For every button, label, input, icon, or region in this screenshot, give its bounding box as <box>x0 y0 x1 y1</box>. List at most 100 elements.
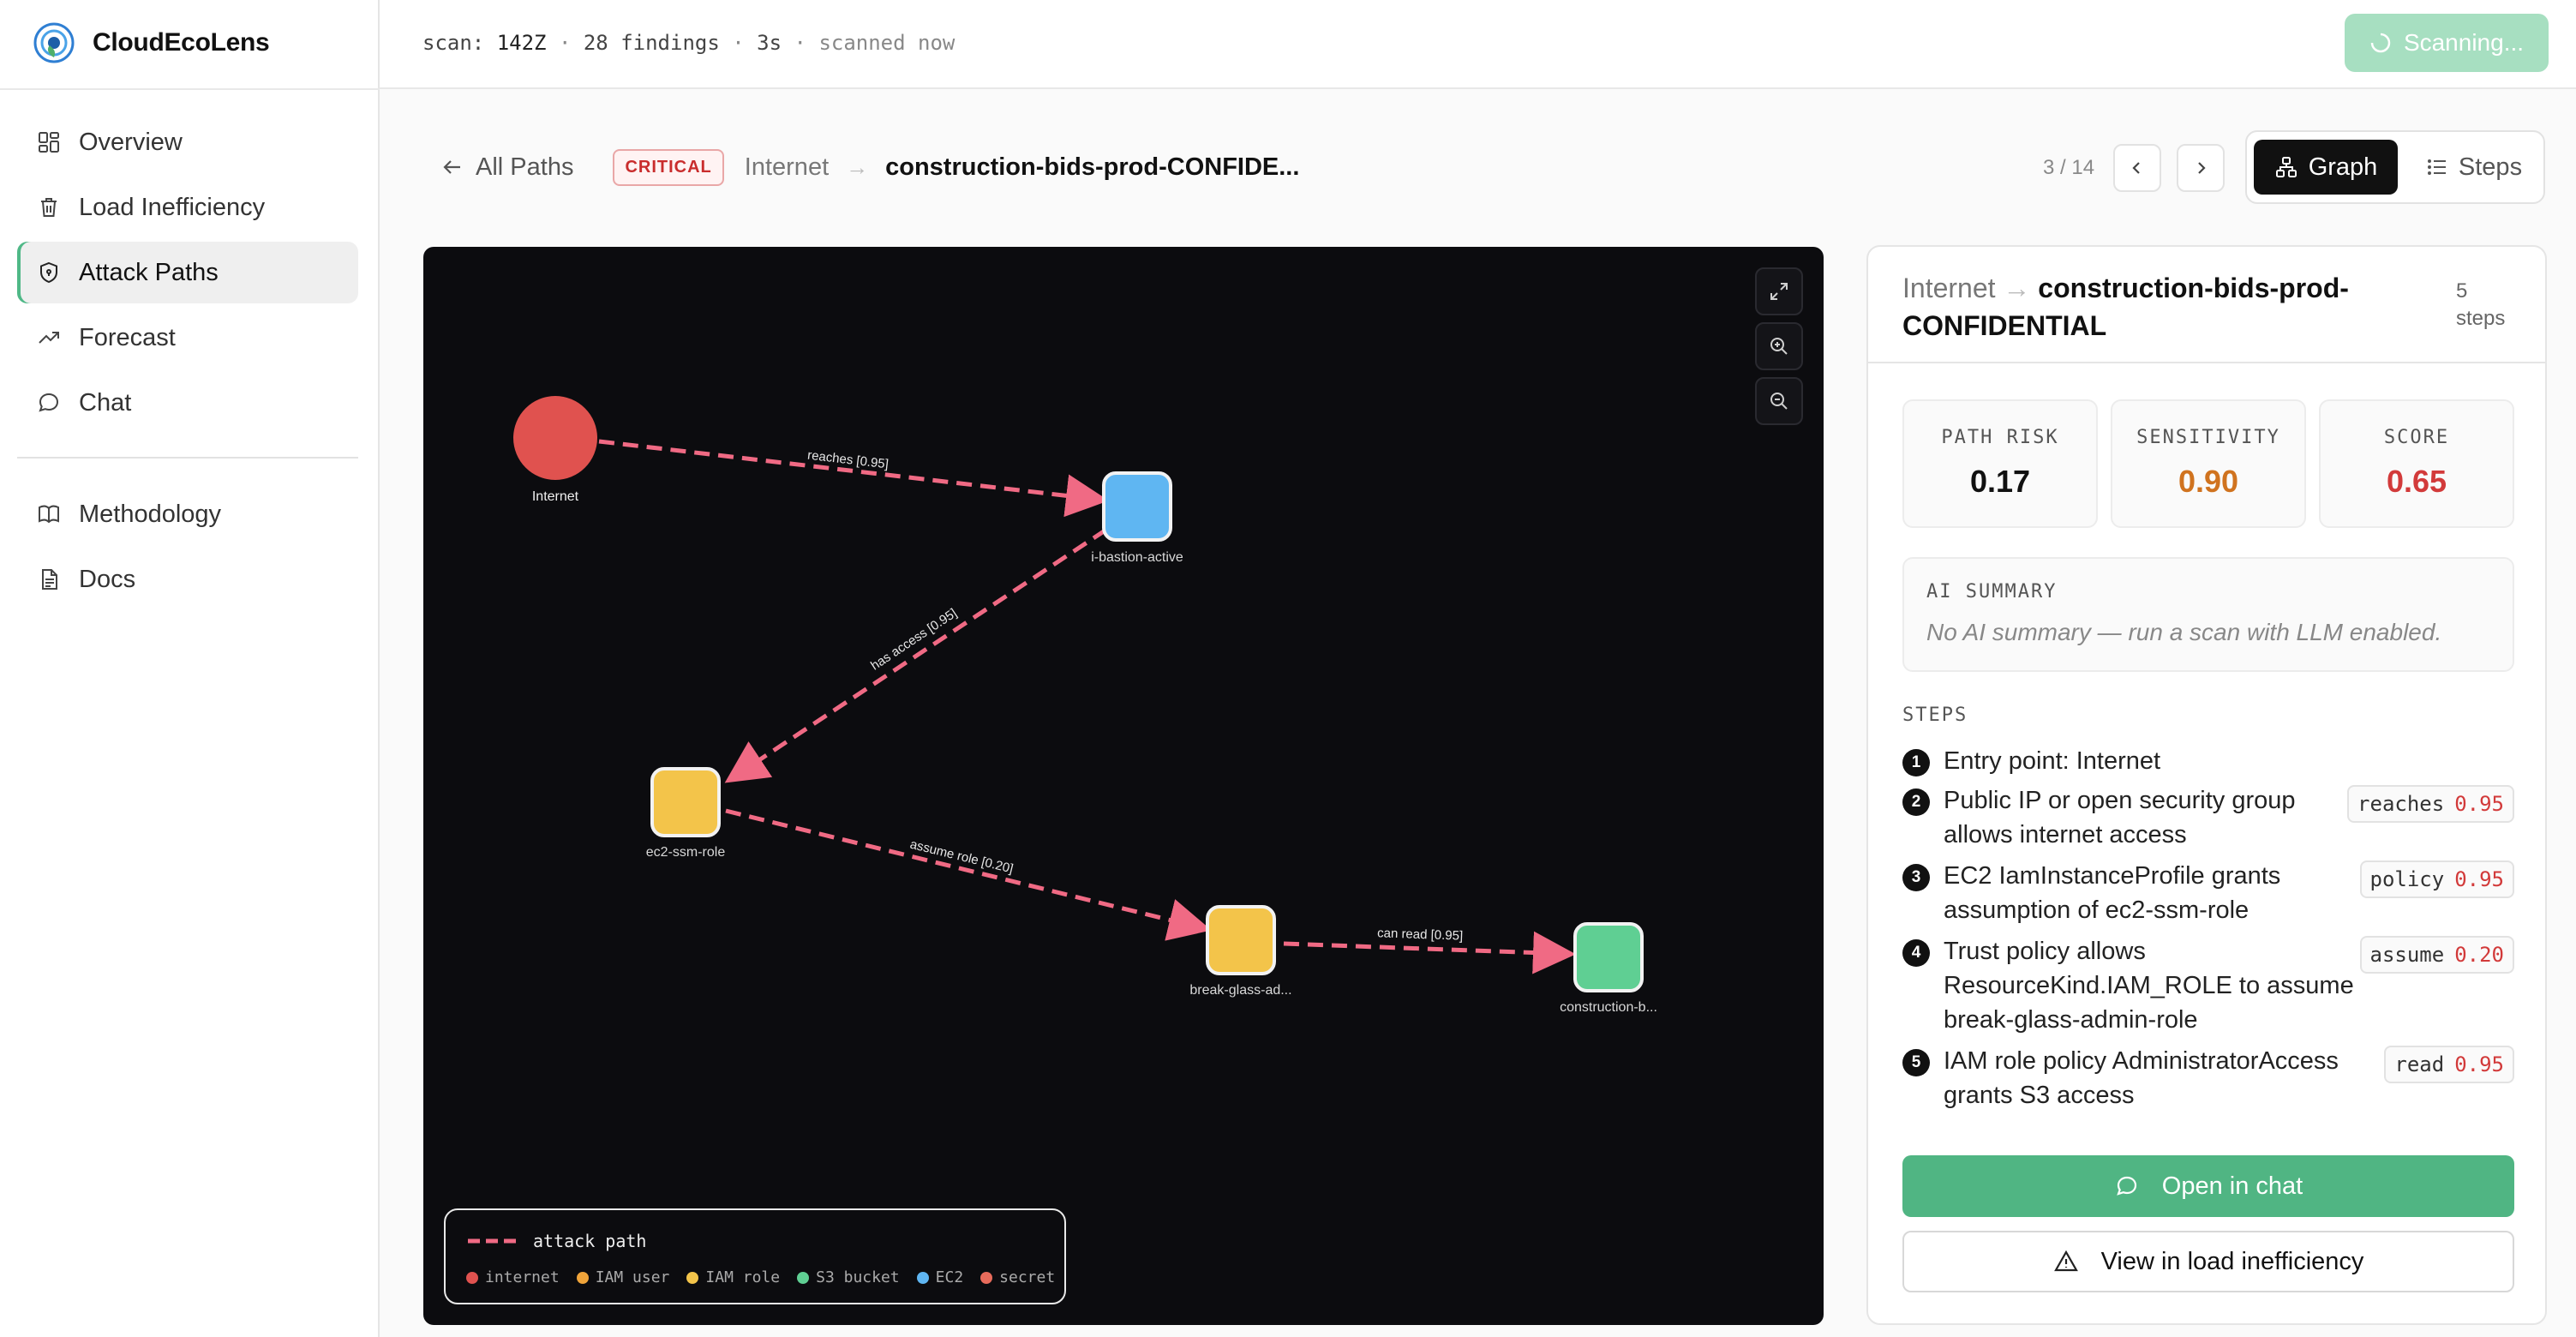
legend-label: IAM user <box>595 1268 670 1286</box>
node-internet[interactable] <box>513 396 597 480</box>
shield-icon <box>40 261 57 284</box>
back-link[interactable]: All Paths <box>441 153 573 182</box>
list-icon <box>2427 159 2446 175</box>
node-label: ec2-ssm-role <box>646 845 726 860</box>
path-header: All Paths CRITICAL Internet → constructi… <box>441 141 1299 193</box>
nav-label: Attack Paths <box>79 258 219 286</box>
dashed-line-icon <box>468 1238 519 1244</box>
prev-button[interactable] <box>2113 144 2162 192</box>
nav-forecast[interactable]: Forecast <box>17 307 358 369</box>
legend-dot <box>980 1271 993 1284</box>
view-load-inefficiency-button[interactable]: View in load inefficiency <box>1902 1231 2514 1292</box>
path-arrow: → <box>846 153 869 180</box>
nav-methodology[interactable]: Methodology <box>17 483 358 545</box>
steps-heading: STEPS <box>1902 704 1968 726</box>
severity-badge: CRITICAL <box>613 148 724 186</box>
chat-icon <box>2116 1176 2136 1196</box>
zoom-in-icon <box>1770 338 1788 355</box>
trash-icon <box>41 198 57 217</box>
tag-kind: read <box>2394 1052 2445 1076</box>
graph-legend: attack path internet IAM user IAM role S… <box>444 1208 1066 1304</box>
divider <box>17 457 358 459</box>
attack-graph-canvas[interactable]: reaches [0.95] has access [0.95] assume … <box>423 247 1824 1325</box>
graph-icon <box>2275 157 2297 177</box>
path-source: Internet <box>744 153 830 181</box>
open-in-chat-button[interactable]: Open in chat <box>1902 1155 2514 1217</box>
sidebar: CloudEcoLens Overview Load Inefficiency … <box>0 0 380 1337</box>
edge-can-read[interactable] <box>1283 931 1576 974</box>
node-construction-bids[interactable] <box>1573 922 1644 992</box>
graph-view-button[interactable]: Graph <box>2254 140 2398 195</box>
nav-chat[interactable]: Chat <box>17 372 358 434</box>
step-text: Entry point: Internet <box>1944 747 2161 775</box>
legend-dot <box>916 1271 929 1284</box>
scan-label: scan: <box>422 31 485 55</box>
tag-score: 0.95 <box>2454 792 2504 816</box>
scanning-button[interactable]: Scanning... <box>2345 14 2549 72</box>
logo-icon <box>33 22 75 63</box>
edge-has-access[interactable] <box>724 527 1108 783</box>
brand[interactable]: CloudEcoLens <box>31 19 270 67</box>
separator: · <box>732 31 745 55</box>
open-in-chat-label: Open in chat <box>2161 1172 2303 1200</box>
legend-item: internet <box>466 1268 560 1286</box>
tag-score: 0.95 <box>2454 1052 2504 1076</box>
zoom-out-icon <box>1770 393 1788 410</box>
steps-count-word: steps <box>2456 307 2506 330</box>
ai-summary-label: AI SUMMARY <box>1926 581 2058 603</box>
zoom-in-button[interactable] <box>1755 322 1803 370</box>
legend-item: IAM role <box>686 1268 780 1286</box>
metric-label: SENSITIVITY <box>2136 427 2280 448</box>
metric-value: 0.90 <box>2178 464 2239 499</box>
step-edge-tag: read 0.95 <box>2384 1046 2514 1083</box>
edge-reaches[interactable] <box>598 439 1109 518</box>
next-button[interactable] <box>2177 144 2226 192</box>
path-target: construction-bids-prod-CONFIDE... <box>885 153 1300 181</box>
tag-score: 0.20 <box>2454 943 2504 967</box>
legend-label: internet <box>485 1268 560 1286</box>
trend-icon <box>39 332 59 344</box>
chevron-left-icon <box>2132 162 2140 174</box>
steps-count: 5 steps <box>2456 278 2505 333</box>
steps-count-number: 5 <box>2456 279 2468 303</box>
zoom-out-button[interactable] <box>1755 377 1803 425</box>
nav-label: Overview <box>79 128 183 156</box>
step-number: 2 <box>1902 788 1930 816</box>
step-number: 3 <box>1902 864 1930 891</box>
arrow-left-icon <box>443 160 460 174</box>
step-edge-tag: assume 0.20 <box>2359 936 2514 974</box>
secondary-nav: Methodology Docs <box>17 483 358 614</box>
nav-load-inefficiency[interactable]: Load Inefficiency <box>17 177 358 238</box>
legend-item: secret <box>980 1268 1055 1286</box>
findings-count: 28 findings <box>583 31 720 55</box>
nav-label: Docs <box>79 565 136 593</box>
step-edge-tag: policy 0.95 <box>2359 860 2514 898</box>
node-ec2-ssm-role[interactable] <box>650 767 721 837</box>
node-label: i-bastion-active <box>1091 550 1183 565</box>
nav-overview[interactable]: Overview <box>17 111 358 173</box>
title-arrow: → <box>2003 273 2031 303</box>
metric-score: SCORE 0.65 <box>2319 399 2514 528</box>
ai-summary-text: No AI summary — run a scan with LLM enab… <box>1926 619 2442 645</box>
step-number: 5 <box>1902 1049 1930 1076</box>
fullscreen-button[interactable] <box>1755 267 1803 315</box>
tag-score: 0.95 <box>2454 867 2504 891</box>
graph-svg: reaches [0.95] has access [0.95] assume … <box>513 396 1657 1015</box>
edge-assume-role[interactable] <box>725 808 1212 941</box>
step-number: 1 <box>1902 749 1930 776</box>
metric-value: 0.65 <box>2386 464 2447 499</box>
tag-kind: policy <box>2369 867 2445 891</box>
divider <box>0 88 380 90</box>
steps-view-button[interactable]: Steps <box>2410 140 2538 195</box>
nav-attack-paths[interactable]: Attack Paths <box>17 242 358 303</box>
nav-docs[interactable]: Docs <box>17 549 358 610</box>
divider <box>1868 362 2545 363</box>
metric-label: PATH RISK <box>1941 427 2059 448</box>
metric-path-risk: PATH RISK 0.17 <box>1902 399 2098 528</box>
node-break-glass-admin-role[interactable] <box>1206 905 1276 975</box>
scan-info: scan: 142Z · 28 findings · 3s · scanned … <box>422 31 955 55</box>
view-toggle: Graph Steps <box>2245 130 2545 204</box>
node-i-bastion-active[interactable] <box>1102 471 1172 542</box>
pager-count: 3 / 14 <box>2043 156 2095 179</box>
step-text: EC2 IamInstanceProfile grants assumption… <box>1944 862 2281 924</box>
